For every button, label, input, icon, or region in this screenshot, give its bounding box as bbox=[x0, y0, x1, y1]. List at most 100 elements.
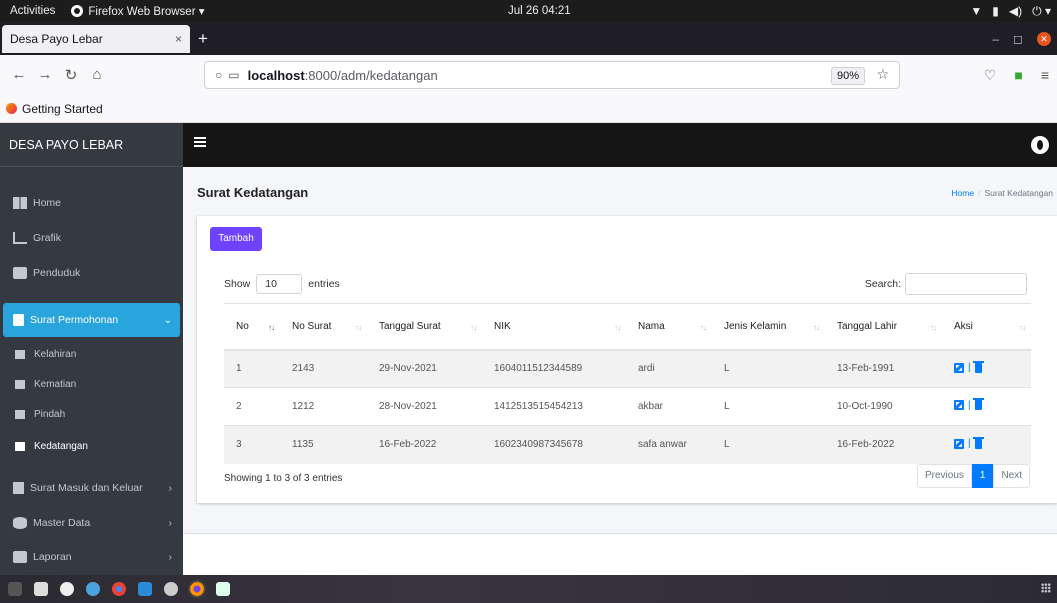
sidebar-item-home[interactable]: Home bbox=[3, 186, 180, 220]
chart-icon bbox=[13, 232, 27, 244]
settings-icon[interactable] bbox=[60, 582, 74, 596]
files-icon[interactable] bbox=[34, 582, 48, 596]
bluetooth-icon: ▮ bbox=[992, 4, 999, 18]
chrome-icon[interactable] bbox=[112, 582, 126, 596]
reload-icon[interactable]: ↻ bbox=[60, 66, 82, 84]
brand-link[interactable]: DESA PAYO LEBAR bbox=[0, 123, 183, 167]
sidebar-item-surat-permohonan[interactable]: Surat Permohonan ⌄ bbox=[3, 303, 180, 337]
column-header-label: NIK bbox=[494, 320, 511, 332]
add-button[interactable]: Tambah bbox=[210, 227, 262, 251]
pagination-next[interactable]: Next bbox=[993, 464, 1030, 488]
page-icon[interactable]: ▭ bbox=[228, 68, 239, 82]
sidebar-item-penduduk[interactable]: Penduduk bbox=[3, 256, 180, 290]
zoom-level[interactable]: 90% bbox=[830, 67, 865, 85]
sidebar-item-laporan[interactable]: Laporan › bbox=[3, 540, 180, 574]
user-avatar-icon[interactable] bbox=[1031, 136, 1049, 154]
delete-icon[interactable] bbox=[972, 398, 984, 411]
sidebar-item-label: Kelahiran bbox=[34, 348, 77, 360]
show-label: Show bbox=[224, 278, 251, 290]
dashboard-icon bbox=[13, 197, 27, 209]
entries-label: entries bbox=[308, 278, 340, 290]
column-header-no[interactable]: No ↑↓ bbox=[224, 303, 280, 351]
delete-icon[interactable] bbox=[972, 360, 984, 373]
shield-icon[interactable]: ○ bbox=[215, 68, 222, 82]
cell-nik: 1412513515454213 bbox=[482, 387, 626, 426]
pagination-previous[interactable]: Previous bbox=[916, 464, 972, 488]
cell-tanggal-lahir: 16-Feb-2022 bbox=[825, 425, 942, 464]
sidebar-item-surat-masuk-keluar[interactable]: Surat Masuk dan Keluar › bbox=[3, 471, 180, 505]
data-table: No ↑↓ No Surat ↑↓ Tanggal Surat ↑↓ NIK ↑↓ Na… bbox=[224, 303, 1031, 464]
clock[interactable]: Jul 26 04:21 bbox=[508, 5, 571, 17]
system-tray[interactable]: ▼ ▮ ◀) ⏻ ▾ bbox=[970, 4, 1051, 19]
url-path: :8000/adm/kedatangan bbox=[304, 67, 438, 83]
sidebar-item-pindah[interactable]: Pindah bbox=[3, 397, 180, 431]
column-header-nama[interactable]: Nama ↑↓ bbox=[626, 303, 712, 351]
sort-icon: ↑↓ bbox=[614, 323, 621, 332]
edit-icon[interactable] bbox=[954, 400, 964, 411]
bookmark-getting-started[interactable]: Getting Started bbox=[22, 102, 103, 116]
pocket-icon[interactable]: ♡ bbox=[984, 67, 997, 84]
terminal-icon[interactable] bbox=[8, 582, 22, 596]
github-icon[interactable] bbox=[164, 582, 178, 596]
file-icon bbox=[13, 314, 24, 326]
edit-icon[interactable] bbox=[954, 362, 964, 373]
vscode-icon[interactable] bbox=[138, 582, 152, 596]
home-icon[interactable]: ⌂ bbox=[86, 66, 108, 84]
sidebar-item-label: Pindah bbox=[34, 408, 66, 420]
sidebar-item-label: Kematian bbox=[34, 378, 77, 390]
column-header-tanggal-lahir[interactable]: Tanggal Lahir ↑↓ bbox=[825, 303, 942, 351]
firefox-icon[interactable] bbox=[188, 580, 206, 598]
sidebar-item-kelahiran[interactable]: Kelahiran bbox=[3, 337, 180, 371]
maximize-icon[interactable]: ◻ bbox=[1013, 32, 1023, 46]
taskbar-dock bbox=[0, 575, 1057, 603]
sidebar-item-label: Kedatangan bbox=[34, 440, 88, 452]
close-window-icon[interactable]: ✕ bbox=[1037, 31, 1051, 46]
cell-tanggal-surat: 29-Nov-2021 bbox=[367, 349, 482, 388]
bookmark-star-icon[interactable]: ☆ bbox=[876, 66, 889, 83]
hamburger-menu-icon[interactable] bbox=[194, 137, 206, 147]
breadcrumb-home[interactable]: Home bbox=[951, 188, 974, 198]
power-icon: ⏻ ▾ bbox=[1032, 3, 1051, 18]
sidebar-item-master-data[interactable]: Master Data › bbox=[3, 506, 180, 540]
cell-aksi: | bbox=[942, 387, 1031, 426]
column-header-label: Aksi bbox=[954, 320, 973, 332]
app-grid-icon[interactable] bbox=[1041, 583, 1051, 593]
close-tab-icon[interactable]: × bbox=[175, 32, 182, 46]
sidebar-item-kematian[interactable]: Kematian bbox=[3, 367, 180, 401]
cell-tanggal-surat: 16-Feb-2022 bbox=[367, 425, 482, 464]
pagination-page-1[interactable]: 1 bbox=[971, 464, 994, 488]
column-header-jenis-kelamin[interactable]: Jenis Kelamin ↑↓ bbox=[712, 303, 825, 351]
browser-tab[interactable]: Desa Payo Lebar × bbox=[2, 24, 190, 53]
volume-icon: ◀) bbox=[1008, 4, 1023, 18]
tab-strip: Desa Payo Lebar × + – ◻ ✕ bbox=[0, 22, 1057, 55]
new-tab-button[interactable]: + bbox=[198, 29, 208, 49]
content-header: Surat Kedatangan Home / Surat Kedatangan bbox=[183, 167, 1057, 212]
forward-icon[interactable]: → bbox=[34, 66, 56, 84]
app-menu[interactable]: Firefox Web Browser ▾ bbox=[71, 4, 205, 18]
cell-nik: 1602340987345678 bbox=[482, 425, 626, 464]
column-header-no-surat[interactable]: No Surat ↑↓ bbox=[280, 303, 367, 351]
chevron-right-icon: › bbox=[168, 517, 172, 529]
firefox-icon bbox=[71, 5, 84, 17]
delete-icon[interactable] bbox=[972, 436, 984, 449]
bookmarks-toolbar: Getting Started bbox=[0, 95, 1057, 123]
bird-icon[interactable] bbox=[86, 582, 100, 596]
minimize-icon[interactable]: – bbox=[992, 32, 999, 46]
search-input[interactable] bbox=[905, 273, 1027, 295]
column-header-tanggal-surat[interactable]: Tanggal Surat ↑↓ bbox=[367, 303, 482, 351]
back-icon[interactable]: ← bbox=[8, 66, 30, 84]
edit-icon[interactable] bbox=[954, 438, 964, 449]
sidebar-item-label: Surat Masuk dan Keluar bbox=[30, 482, 143, 494]
column-header-nik[interactable]: NIK ↑↓ bbox=[482, 303, 626, 351]
calendar-icon[interactable] bbox=[216, 582, 230, 596]
top-navbar bbox=[183, 123, 1057, 167]
entries-select[interactable]: 10 bbox=[256, 274, 303, 294]
activities-button[interactable]: Activities bbox=[0, 5, 65, 17]
sidebar-item-grafik[interactable]: Grafik bbox=[3, 221, 180, 255]
column-header-aksi[interactable]: Aksi ↑↓ bbox=[942, 303, 1031, 351]
menu-icon[interactable]: ≡ bbox=[1041, 67, 1049, 83]
extension-icon[interactable]: ■ bbox=[1014, 67, 1022, 83]
url-bar[interactable]: ○ ▭ localhost:8000/adm/kedatangan 90% ☆ bbox=[204, 61, 900, 89]
sidebar-item-kedatangan[interactable]: Kedatangan bbox=[3, 429, 180, 463]
cell-jenis-kelamin: L bbox=[712, 349, 825, 388]
